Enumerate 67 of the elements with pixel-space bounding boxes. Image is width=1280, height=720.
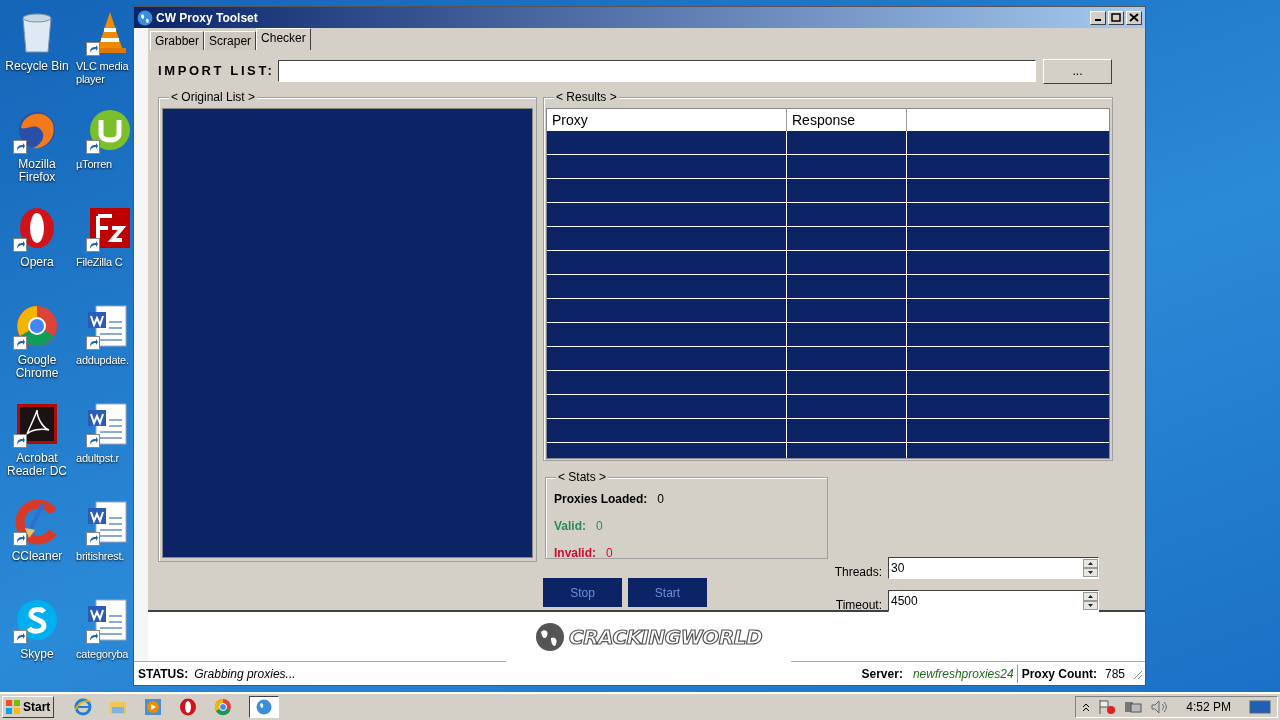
media-player-icon[interactable] [144,698,162,716]
desktop-icon-label[interactable]: Mozilla Firefox [0,158,74,184]
desktop-icon-label[interactable]: categoryba [76,648,129,661]
stat-label: Invalid: [554,545,596,562]
desktop-icon-label[interactable]: VLC media player [76,60,132,86]
stat-label: Proxies Loaded: [554,491,648,508]
logo-text: CRACKINGWORLD [569,624,762,651]
server-label: Server: [861,665,903,683]
desktop-icon-label[interactable]: britishrest. [76,550,125,563]
status-label: STATUS: [138,665,189,683]
desktop-icon-label[interactable]: Opera [20,256,54,269]
globe-icon [256,699,272,715]
close-button[interactable] [1126,10,1142,25]
spinner-arrows-icon[interactable] [1083,559,1098,577]
maximize-icon [1111,13,1121,22]
spinner-arrows-icon[interactable] [1083,592,1098,610]
opera-icon[interactable] [179,698,197,716]
browse-button[interactable]: ... [1043,58,1112,84]
show-desktop-icon[interactable] [1249,699,1271,715]
desktop-icon-label[interactable]: Acrobat Reader DC [0,452,74,478]
desktop-icon-label[interactable]: addupdate. [76,354,129,367]
setting-label: Threads: [834,564,882,581]
import-list-field[interactable] [278,60,1036,82]
column-header[interactable]: Proxy [547,109,787,131]
server-name: newfreshproxies24 [912,664,1018,683]
speaker-icon[interactable] [1150,699,1169,715]
status-message: Grabbing proxies... [194,665,296,683]
stat-value: 0 [596,518,603,535]
proxy-count-label: Proxy Count: [1021,665,1097,683]
desktop-icon-label[interactable]: FileZilla C [76,256,123,269]
import-list-label: IMPORT LIST: [158,62,276,81]
column-header[interactable]: Response [787,109,907,131]
desktop-icon-label[interactable]: Google Chrome [0,354,74,380]
globe-icon [535,622,565,652]
network-icon[interactable] [1124,699,1143,715]
stop-button[interactable]: Stop [543,578,622,607]
setting-label: Timeout: [834,597,882,614]
browser-e-icon[interactable] [74,698,92,716]
clock[interactable]: 4:52 PM [1186,698,1231,716]
stat-value: 0 [606,545,613,562]
window-title: CW Proxy Toolset [156,9,258,27]
group-title: < Original List > [169,89,258,105]
desktop-icon-label[interactable]: CCleaner [11,550,63,563]
stat-value: 0 [657,491,665,508]
tab[interactable]: Grabber [150,31,205,50]
desktop-icon-label[interactable]: Skype [20,648,54,661]
windows-logo-icon [5,699,21,715]
spin-field[interactable]: 30 [888,557,1099,579]
taskbar-window-button[interactable] [249,696,279,718]
close-icon [1129,13,1139,22]
flag-icon[interactable] [1098,699,1117,715]
start-button[interactable]: Start [628,578,707,607]
chevron-up-icon[interactable] [1082,702,1091,712]
spin-field[interactable]: 4500 [888,590,1099,612]
desktop-icon-label[interactable]: µTorren [76,158,112,171]
minimize-button[interactable] [1090,10,1106,25]
chrome-icon[interactable] [214,698,232,716]
maximize-button[interactable] [1108,10,1124,25]
results-table[interactable]: Proxy Response [546,108,1110,459]
proxy-count-value: 785 [1104,665,1125,683]
desktop-icon-label[interactable]: adultpst.r [76,452,120,465]
start-menu-button[interactable]: Start [2,696,54,718]
globe-icon [137,9,153,26]
desktop-icon-label[interactable]: Recycle Bin [5,60,69,73]
tab[interactable]: Checker [256,28,311,50]
tab[interactable]: Scraper [204,31,257,50]
stat-label: Valid: [554,518,586,535]
